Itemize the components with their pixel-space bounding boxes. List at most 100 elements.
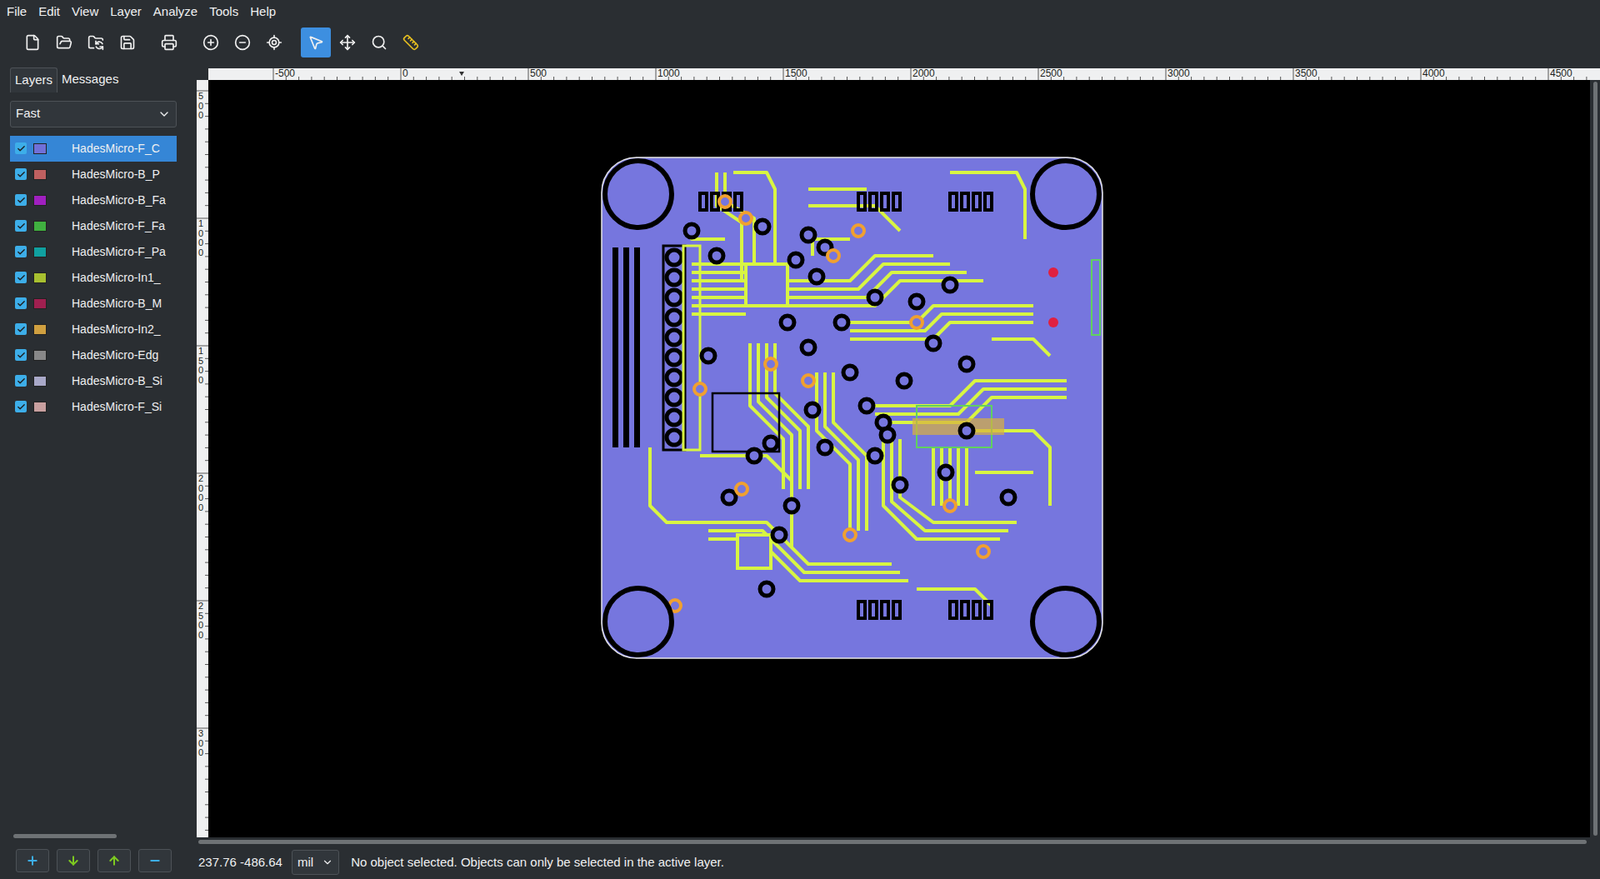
ruler-label: 300	[198, 729, 204, 759]
check-icon	[16, 402, 26, 412]
up-icon	[107, 854, 121, 868]
menu-item[interactable]: Analyze	[147, 2, 204, 22]
layer-checkbox[interactable]	[15, 271, 27, 284]
new-button[interactable]	[17, 27, 48, 58]
units-select[interactable]: mil	[291, 850, 340, 875]
ruler-label: 1500	[785, 68, 808, 80]
layer-name: HadesMicro-B_M	[71, 295, 162, 313]
menu-item[interactable]: Edit	[32, 2, 66, 22]
layer-row[interactable]: HadesMicro-B_M	[10, 290, 177, 317]
layer-name: HadesMicro-B_P	[71, 165, 160, 184]
layer-checkbox[interactable]	[15, 168, 27, 180]
ruler-label: 2500	[198, 601, 204, 640]
canvas[interactable]	[208, 80, 1590, 838]
down-layer-button[interactable]	[56, 849, 90, 873]
menu-item[interactable]: File	[0, 2, 33, 22]
measure-button[interactable]	[395, 27, 426, 58]
chevron-down-icon	[157, 107, 171, 121]
sidebar-scrollbar[interactable]	[10, 834, 177, 840]
zoom-button[interactable]	[364, 27, 395, 58]
layer-row[interactable]: HadesMicro-B_Fa	[10, 187, 177, 214]
layer-row[interactable]: HadesMicro-In1_	[10, 265, 177, 291]
layer-checkbox[interactable]	[15, 142, 27, 155]
layer-row[interactable]: HadesMicro-In2_	[10, 316, 177, 343]
check-icon	[16, 195, 26, 205]
left-ruler: 5001000150020002500300	[196, 80, 209, 838]
measure-icon	[402, 34, 420, 51]
check-icon	[16, 170, 26, 180]
layer-color-swatch	[33, 272, 47, 284]
layer-row[interactable]: HadesMicro-Edg	[10, 342, 177, 369]
top-ruler: -500050010001500200025003000350040004500	[208, 68, 1600, 80]
status-bar: 237.76 -486.64milNo object selected. Obj…	[196, 845, 1600, 879]
zoom-in-button[interactable]	[195, 27, 226, 58]
check-icon	[16, 299, 26, 309]
menu-item[interactable]: View	[65, 2, 105, 22]
remove-layer-button[interactable]	[138, 849, 172, 873]
layer-checkbox[interactable]	[15, 297, 27, 310]
horizontal-scrollbar[interactable]	[196, 837, 1600, 846]
layer-buttons	[10, 849, 177, 873]
down-icon	[66, 854, 80, 868]
layer-name: HadesMicro-F_C	[71, 140, 160, 158]
layer-row[interactable]: HadesMicro-B_P	[10, 161, 177, 188]
layer-checkbox[interactable]	[15, 323, 27, 335]
menu-item[interactable]: Layer	[104, 2, 148, 22]
up-layer-button[interactable]	[97, 849, 131, 873]
sidebar-tabs: LayersMessages	[10, 67, 177, 93]
pointer-button[interactable]	[300, 27, 331, 58]
ruler-label: 1000	[657, 68, 680, 80]
revert-icon	[87, 34, 105, 51]
ruler-label: 0	[402, 68, 409, 80]
revert-button[interactable]	[80, 27, 111, 58]
remove-icon	[148, 854, 162, 868]
pan-icon	[339, 34, 356, 51]
layer-row[interactable]: HadesMicro-F_Fa	[10, 213, 177, 240]
new-icon	[24, 34, 41, 51]
layer-name: HadesMicro-In2_	[71, 320, 161, 339]
add-layer-button[interactable]	[15, 849, 50, 873]
check-icon	[16, 350, 26, 360]
layer-row[interactable]: HadesMicro-F_C	[10, 135, 177, 162]
sidebar-tab[interactable]: Layers	[10, 67, 58, 93]
layer-row[interactable]: HadesMicro-F_Pa	[10, 239, 177, 265]
render-mode-select[interactable]: Fast	[10, 100, 177, 128]
layer-color-swatch	[33, 375, 47, 387]
layer-name: HadesMicro-Edg	[71, 346, 159, 365]
check-icon	[16, 247, 26, 257]
print-button[interactable]	[154, 27, 185, 58]
layer-color-swatch	[33, 169, 47, 180]
layer-checkbox[interactable]	[15, 349, 27, 361]
layer-color-swatch	[33, 195, 47, 206]
layer-list: HadesMicro-F_C HadesMicro-B_P HadesMicro-B…	[10, 135, 177, 420]
layer-name: HadesMicro-B_Si	[71, 372, 163, 390]
sidebar-tab[interactable]: Messages	[57, 67, 123, 93]
menu-item[interactable]: Help	[244, 2, 282, 22]
open-button[interactable]	[49, 27, 80, 58]
layer-row[interactable]: HadesMicro-F_Si	[10, 394, 177, 420]
layer-checkbox[interactable]	[15, 194, 27, 206]
sidebar: LayersMessagesFastHadesMicro-F_CHadesMic…	[0, 60, 185, 879]
app-window: FileEditViewLayerAnalyzeToolsHelp LayersM…	[0, 0, 1600, 879]
pan-button[interactable]	[332, 27, 363, 58]
layer-checkbox[interactable]	[15, 220, 27, 232]
save-button[interactable]	[112, 27, 143, 58]
pcb-board	[600, 155, 1105, 660]
zoom-out-button[interactable]	[227, 27, 258, 58]
ruler-label: 4000	[1422, 68, 1445, 80]
status-message: No object selected. Objects can only be …	[350, 853, 725, 873]
zoom-fit-button[interactable]	[259, 27, 290, 58]
ruler-label: 3500	[1295, 68, 1318, 80]
ruler-label: 3000	[1167, 68, 1190, 80]
menu-item[interactable]: Tools	[203, 2, 245, 22]
open-icon	[55, 34, 73, 51]
layer-color-swatch	[33, 246, 47, 258]
layer-row[interactable]: HadesMicro-B_Si	[10, 368, 177, 395]
ruler-label: 2500	[1040, 68, 1063, 80]
layer-checkbox[interactable]	[15, 245, 27, 258]
layer-checkbox[interactable]	[15, 375, 27, 387]
layer-checkbox[interactable]	[15, 400, 27, 413]
ruler-label: -500	[275, 68, 295, 80]
layer-name: HadesMicro-B_Fa	[71, 191, 166, 210]
vertical-scrollbar[interactable]	[1590, 80, 1600, 838]
